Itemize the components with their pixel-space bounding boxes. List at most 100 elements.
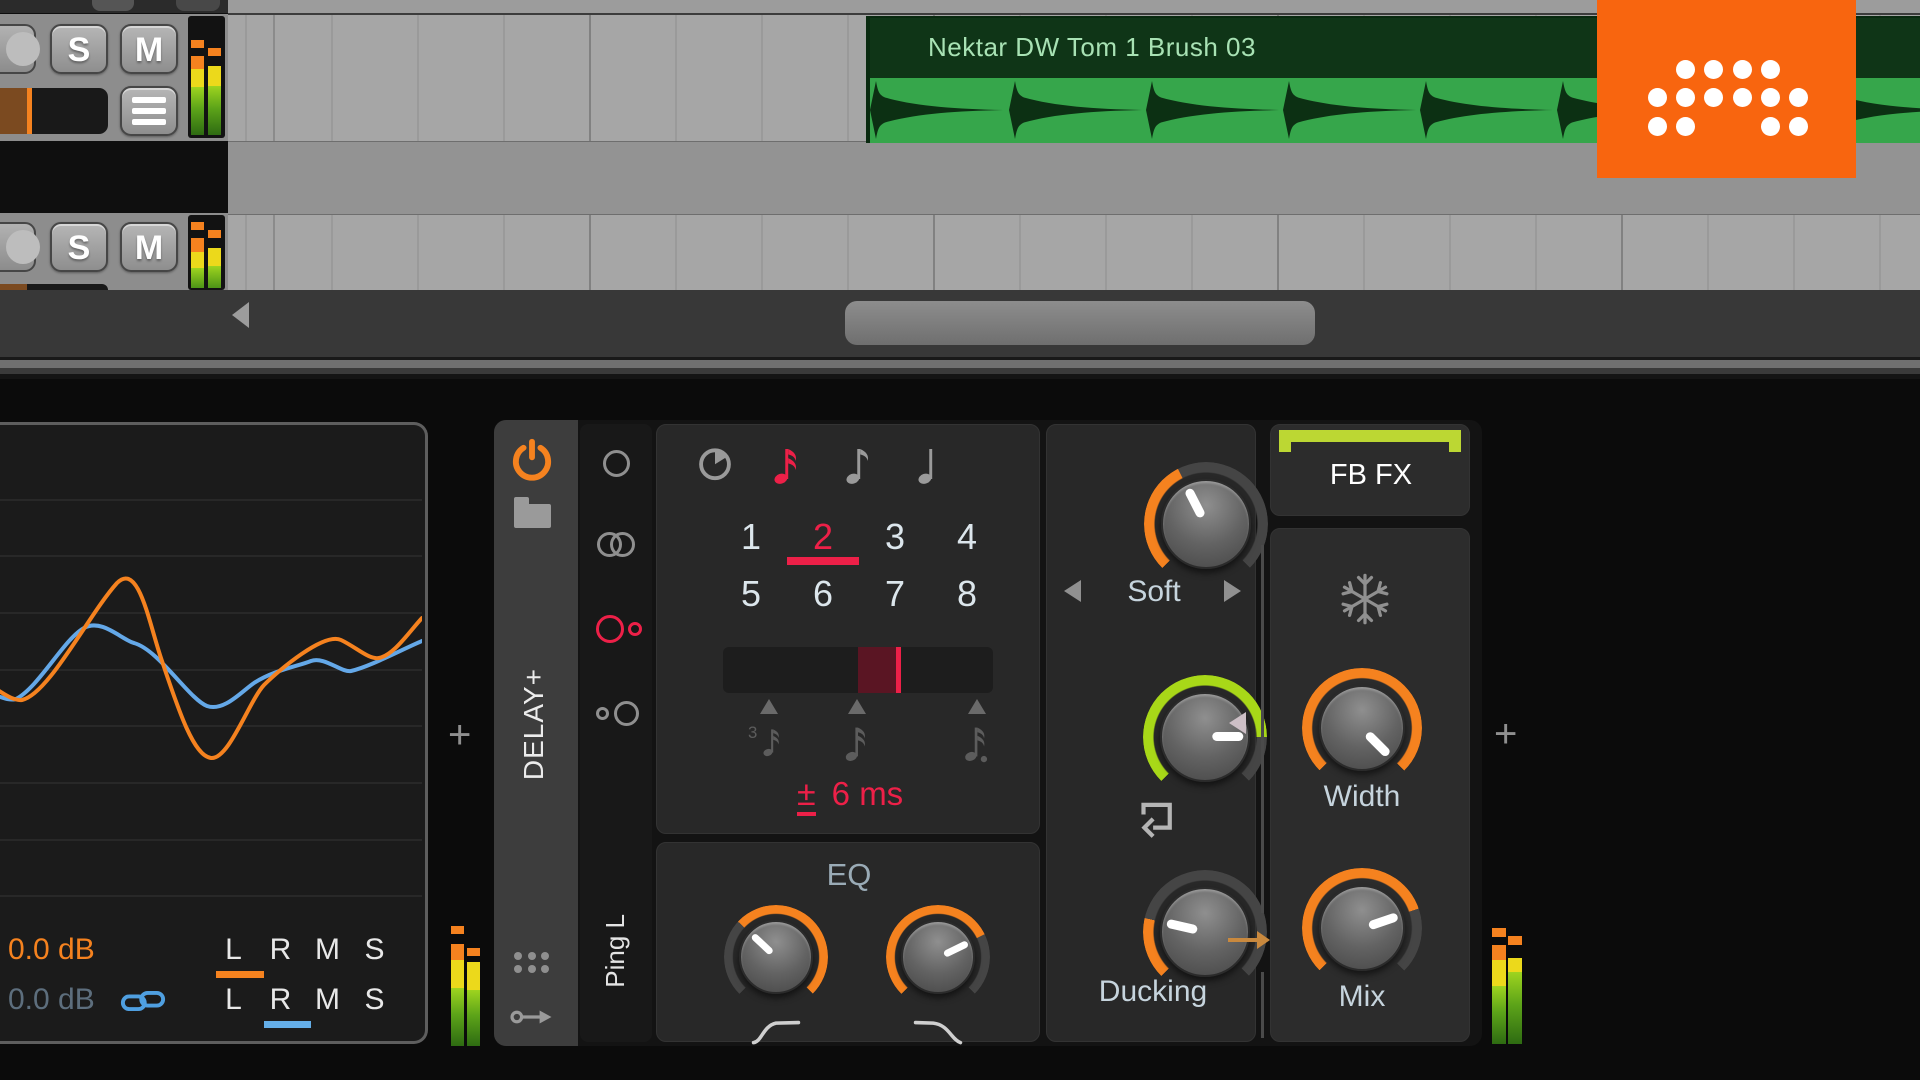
menu-icon[interactable] [120,86,178,136]
chan-r[interactable]: R [257,983,304,1017]
track-header-1[interactable]: S M [0,14,228,141]
chan-m[interactable]: M [304,933,351,967]
add-device-button[interactable]: + [448,715,471,755]
marker-dotted-icon[interactable] [968,699,986,714]
scope-display [0,499,422,897]
mode-dual-icon[interactable] [597,532,635,557]
button-stub [92,0,134,11]
folder-icon[interactable] [514,497,551,528]
saturation-next-icon[interactable] [1224,580,1241,602]
gain-left-value[interactable]: 0.0 dB [8,933,95,967]
delay-plus-device: DELAY+ Ping L 1 2 3 4 5 6 7 8 3 ± 6 ms E… [494,420,1482,1046]
scroll-left-icon[interactable] [232,302,249,328]
mode-single-icon[interactable] [603,450,630,477]
chan-l[interactable]: L [210,983,257,1017]
snowflake-icon[interactable] [1337,571,1393,627]
track-header-column: S M S M [0,0,228,290]
add-device-button[interactable]: + [1494,714,1517,754]
saturation-label[interactable]: Soft [1127,575,1180,609]
slider-fill [858,647,896,693]
sync-number-row-1: 1 2 3 4 [715,516,1003,558]
channel-selector-top[interactable]: L R M S [210,933,398,967]
sync-number[interactable]: 7 [859,573,931,615]
saturation-knob[interactable] [1144,462,1268,586]
chan-s[interactable]: S [351,983,398,1017]
mapping-icon[interactable] [510,1004,554,1030]
plusminus[interactable]: ± [797,777,816,816]
feedback-knob[interactable] [1143,675,1267,799]
fader-handle[interactable] [27,88,32,134]
device-panel: 0.0 dB L R M S 0.0 dB L R M S + DELAY+ P… [0,379,1920,1080]
fbfx-selector-bar [1279,430,1461,452]
fbfx-panel: Width Mix [1270,528,1470,1042]
sync-number[interactable]: 8 [931,573,1003,615]
eq-label: EQ [826,857,872,892]
panel-divider-handle[interactable] [0,360,1920,368]
power-icon[interactable] [510,438,554,484]
sync-number[interactable]: 6 [787,573,859,615]
time-offset-slider[interactable] [723,647,993,693]
horizontal-scrollbar[interactable] [0,290,1920,357]
channel-selector-bottom[interactable]: L R M S [210,983,398,1017]
delay-time-section: 1 2 3 4 5 6 7 8 3 ± 6 ms [656,424,1040,834]
sync-number[interactable]: 4 [931,516,1003,558]
chan-r[interactable]: R [257,933,304,967]
triplet-note-icon: 3 [748,723,779,757]
eq-lowpass-knob[interactable] [886,905,990,1009]
mode-ping-r-icon[interactable] [596,701,639,726]
lowpass-curve-icon [913,1020,963,1045]
record-arm-button[interactable] [0,222,40,272]
track-header-2[interactable]: S M [0,213,228,290]
saturation-prev-icon[interactable] [1064,580,1081,602]
sync-number-selected[interactable]: 2 [787,516,859,558]
dotted-sixteenth-note-icon [965,727,988,763]
scope-device-panel[interactable]: 0.0 dB L R M S 0.0 dB L R M S [0,422,428,1044]
solo-button[interactable]: S [50,222,108,272]
modulation-indicator-icon[interactable] [1229,712,1246,734]
bitwig-logo [1597,0,1856,178]
quarter-note-icon[interactable] [895,445,967,485]
remote-controls-icon[interactable] [514,952,550,973]
device-name[interactable]: DELAY+ [518,668,550,780]
time-offset-value[interactable]: ± 6 ms [797,775,903,816]
solo-button[interactable]: S [50,24,108,74]
mix-knob[interactable] [1302,868,1422,988]
clip-name: Nektar DW Tom 1 Brush 03 [928,32,1256,62]
feedback-loop-icon[interactable] [1131,797,1177,839]
scrollbar-handle[interactable] [845,301,1315,345]
link-icon[interactable] [120,987,166,1015]
gain-right-value[interactable]: 0.0 dB [8,983,95,1017]
eq-highpass-knob[interactable] [724,905,828,1009]
mute-button[interactable]: M [120,24,178,74]
eighth-note-icon[interactable] [823,445,895,485]
sync-number-row-2: 5 6 7 8 [715,573,1003,615]
marker-straight-icon[interactable] [848,699,866,714]
marker-triplet-icon[interactable] [760,699,778,714]
chan-m[interactable]: M [304,983,351,1017]
sync-number[interactable]: 3 [859,516,931,558]
width-knob[interactable] [1302,668,1422,788]
sync-number[interactable]: 1 [715,516,787,558]
mix-label: Mix [1338,980,1386,1013]
track-gap [0,141,228,213]
chan-s[interactable]: S [351,933,398,967]
slider-handle[interactable] [895,647,901,693]
bitwig-studio-window: Nektar DW Tom 1 Brush 03 S M S M 0.0 dB … [0,0,1920,1080]
mute-button[interactable]: M [120,222,178,272]
device-header-column: DELAY+ [494,420,578,1046]
chan-l[interactable]: L [210,933,257,967]
sixteenth-note-small-icon [845,727,866,761]
offset-ms[interactable]: 6 ms [832,775,904,813]
record-arm-button[interactable] [0,24,40,74]
sync-number[interactable]: 5 [715,573,787,615]
sync-division-row [679,445,1001,485]
fbfx-header-panel[interactable]: FB FX [1270,424,1470,516]
button-stub [176,0,220,11]
track-volume-fader[interactable] [0,88,108,134]
sixteenth-note-icon[interactable] [751,445,823,485]
clock-icon[interactable] [679,445,751,485]
mode-ping-l-icon[interactable] [596,615,642,643]
chan-underline-blue [264,1021,311,1028]
chan-underline-orange [216,971,264,978]
delay-eq-section: EQ [656,842,1040,1045]
